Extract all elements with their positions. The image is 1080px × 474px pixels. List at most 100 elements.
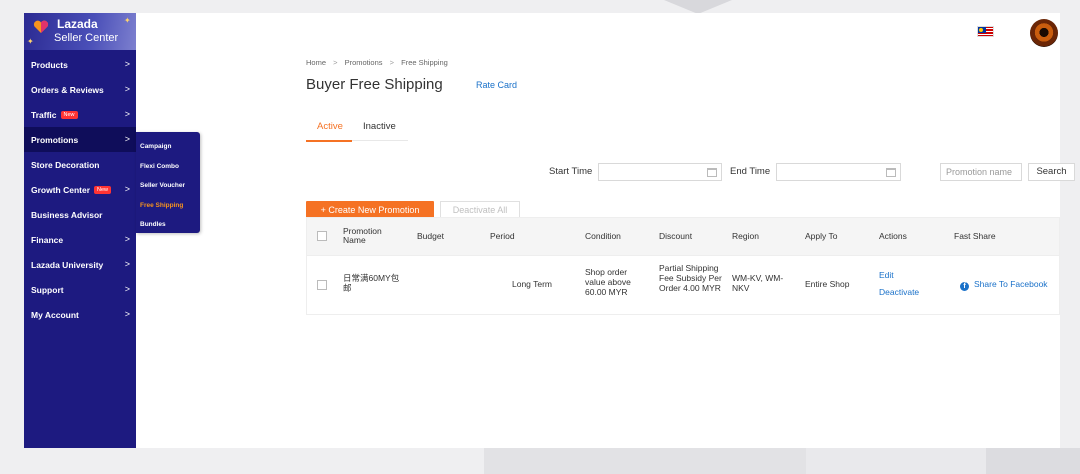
breadcrumb-free-shipping: Free Shipping (401, 58, 448, 67)
row-region: WM-KV, WM-NKV (732, 273, 784, 293)
row-promotion-name: 日常满60MY包邮 (343, 273, 400, 293)
sidebar-item-label: Support (31, 284, 64, 295)
start-time-label: Start Time (549, 166, 593, 177)
calendar-icon (707, 168, 717, 177)
app-window: Lazada Seller Center ✦ ✦ Products > Orde… (24, 13, 1075, 448)
select-all-checkbox[interactable] (317, 231, 327, 241)
promotion-name-input[interactable] (940, 163, 1022, 181)
sidebar-item-label: Business Advisor (31, 209, 103, 220)
chevron-right-icon: > (124, 109, 130, 119)
chevron-right-icon: > (124, 234, 130, 244)
chevron-right-icon: > (124, 59, 130, 69)
sidebar-item-store-decoration[interactable]: Store Decoration (24, 152, 136, 177)
submenu-item-seller-voucher[interactable]: Seller Voucher (136, 176, 200, 196)
sidebar-item-promotions[interactable]: Promotions > (24, 127, 136, 152)
header-fast-share: Fast Share (954, 230, 996, 241)
header-actions: Actions (879, 230, 907, 241)
tab-active[interactable]: Active (317, 121, 343, 132)
chevron-right-icon: > (124, 84, 130, 94)
sidebar-nav: Products > Orders & Reviews > Traffic Ne… (24, 52, 136, 327)
share-label: Share To Facebook (974, 279, 1048, 289)
active-tab-indicator (306, 140, 352, 142)
breadcrumb: Home > Promotions > Free Shipping (306, 58, 448, 67)
header-region: Region (732, 230, 759, 241)
calendar-icon (886, 168, 896, 177)
promotions-submenu: Campaign Flexi Combo Seller Voucher Free… (136, 132, 200, 233)
chevron-right-icon: > (124, 134, 130, 144)
user-avatar[interactable] (1030, 19, 1058, 47)
sidebar-item-label: Orders & Reviews (31, 84, 104, 95)
submenu-item-free-shipping[interactable]: Free Shipping (136, 196, 200, 216)
header-discount: Discount (659, 230, 693, 241)
rate-card-link[interactable]: Rate Card (476, 80, 517, 90)
sidebar-item-finance[interactable]: Finance > (24, 227, 136, 252)
lazada-logo[interactable]: Lazada Seller Center ✦ ✦ (24, 13, 136, 50)
promotions-table: Promotion Name Budget Period Condition D… (306, 217, 1060, 315)
submenu-item-bundles[interactable]: Bundles (136, 215, 200, 235)
row-period: Long Term (512, 279, 553, 289)
sidebar-item-business-advisor[interactable]: Business Advisor (24, 202, 136, 227)
background-shape (664, 0, 732, 14)
submenu-item-flexi-combo[interactable]: Flexi Combo (136, 157, 200, 177)
sparkle-icon: ✦ (27, 37, 34, 46)
chevron-right-icon: > (124, 184, 130, 194)
brand-subtitle: Seller Center (54, 32, 119, 44)
row-checkbox[interactable] (317, 280, 327, 290)
sidebar-item-label: My Account (31, 309, 79, 320)
row-discount: Partial Shipping Fee Subsidy Per Order 4… (659, 263, 722, 293)
facebook-icon: f (960, 282, 969, 291)
background-band (806, 448, 986, 474)
breadcrumb-home[interactable]: Home (306, 58, 326, 67)
tab-inactive[interactable]: Inactive (363, 121, 396, 132)
share-to-facebook-link[interactable]: f Share To Facebook (960, 279, 1048, 291)
page-title: Buyer Free Shipping (306, 76, 443, 93)
sidebar-item-support[interactable]: Support > (24, 277, 136, 302)
breadcrumb-promotions[interactable]: Promotions (345, 58, 383, 67)
breadcrumb-separator: > (389, 58, 395, 67)
sidebar-item-lazada-university[interactable]: Lazada University > (24, 252, 136, 277)
header-period: Period (490, 230, 515, 241)
table-row: 日常满60MY包邮 Long Term Shop order value abo… (307, 255, 1059, 314)
sidebar-item-label: Traffic (31, 109, 57, 120)
sidebar-item-traffic[interactable]: Traffic New > (24, 102, 136, 127)
sidebar-item-my-account[interactable]: My Account > (24, 302, 136, 327)
background-band (484, 448, 806, 474)
chevron-right-icon: > (124, 284, 130, 294)
new-badge: New (60, 110, 78, 119)
sidebar-item-label: Finance (31, 234, 64, 245)
lazada-heart-icon (33, 20, 49, 33)
malaysia-flag-icon[interactable] (977, 26, 994, 37)
breadcrumb-separator: > (333, 58, 338, 67)
edit-link[interactable]: Edit (879, 270, 894, 281)
sidebar: Lazada Seller Center ✦ ✦ Products > Orde… (24, 13, 136, 448)
sidebar-item-label: Promotions (31, 134, 79, 145)
sidebar-item-label: Growth Center (31, 184, 91, 195)
end-time-label: End Time (730, 166, 771, 177)
new-badge: New (94, 185, 112, 194)
chevron-right-icon: > (124, 309, 130, 319)
brand-title: Lazada (57, 17, 98, 31)
chevron-right-icon: > (124, 259, 130, 269)
submenu-item-campaign[interactable]: Campaign (136, 137, 200, 157)
search-button[interactable]: Search (1028, 163, 1075, 181)
deactivate-link[interactable]: Deactivate (879, 287, 919, 298)
sidebar-item-orders-reviews[interactable]: Orders & Reviews > (24, 77, 136, 102)
end-time-picker[interactable] (776, 163, 901, 181)
sidebar-item-label: Products (31, 59, 68, 70)
sidebar-item-label: Store Decoration (31, 159, 100, 170)
start-time-picker[interactable] (598, 163, 722, 181)
top-bar (24, 13, 1060, 51)
background-band (986, 448, 1080, 474)
row-apply-to: Entire Shop (805, 279, 850, 289)
sparkle-icon: ✦ (124, 16, 131, 25)
header-promotion-name: Promotion Name (343, 225, 382, 246)
sidebar-item-growth-center[interactable]: Growth Center New > (24, 177, 136, 202)
sidebar-item-label: Lazada University (31, 259, 104, 270)
header-budget: Budget (417, 230, 444, 241)
status-tabs: Active Inactive (306, 107, 408, 142)
row-condition: Shop order value above 60.00 MYR (585, 267, 631, 297)
table-header: Promotion Name Budget Period Condition D… (307, 218, 1059, 255)
sidebar-item-products[interactable]: Products > (24, 52, 136, 77)
header-condition: Condition (585, 230, 621, 241)
header-apply-to: Apply To (805, 230, 838, 241)
